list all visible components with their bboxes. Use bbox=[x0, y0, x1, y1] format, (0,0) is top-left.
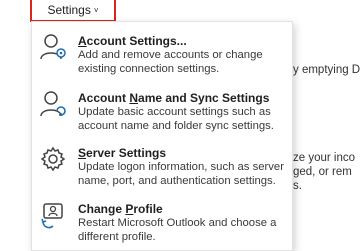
settings-dropdown-button[interactable]: Settings ˅ bbox=[30, 0, 116, 22]
background-text-3: ged, or rem bbox=[293, 166, 352, 178]
menu-item-description: Add and remove accounts or change existi… bbox=[78, 49, 263, 75]
background-text-2: ze your inco bbox=[293, 152, 356, 164]
settings-label: Settings bbox=[47, 3, 91, 17]
change-profile-icon bbox=[39, 200, 69, 230]
menu-item-description: Update basic account settings such as ac… bbox=[78, 106, 274, 132]
server-settings-gear-icon bbox=[39, 144, 69, 174]
settings-menu: Account Settings... Add and remove accou… bbox=[31, 21, 293, 251]
menu-item-title: Account Name and Sync Settings bbox=[78, 91, 270, 105]
menu-item-account-settings[interactable]: Account Settings... Add and remove accou… bbox=[32, 26, 292, 78]
chevron-down-icon: ˅ bbox=[93, 6, 99, 15]
menu-item-title: Change Profile bbox=[78, 202, 163, 216]
menu-item-name-sync-settings[interactable]: Account Name and Sync Settings Update ba… bbox=[32, 83, 292, 135]
menu-item-title: Server Settings bbox=[78, 146, 167, 160]
background-text-1: y emptying D bbox=[293, 64, 360, 76]
menu-item-server-settings[interactable]: Server Settings Update logon information… bbox=[32, 138, 292, 190]
menu-item-description: Update logon information, such as server… bbox=[78, 161, 284, 187]
name-sync-icon bbox=[39, 89, 69, 119]
menu-item-title: Account Settings... bbox=[78, 34, 187, 48]
menu-item-change-profile[interactable]: Change Profile Restart Microsoft Outlook… bbox=[32, 194, 292, 246]
background-text-4: s. bbox=[293, 180, 302, 192]
account-settings-icon bbox=[39, 32, 69, 62]
